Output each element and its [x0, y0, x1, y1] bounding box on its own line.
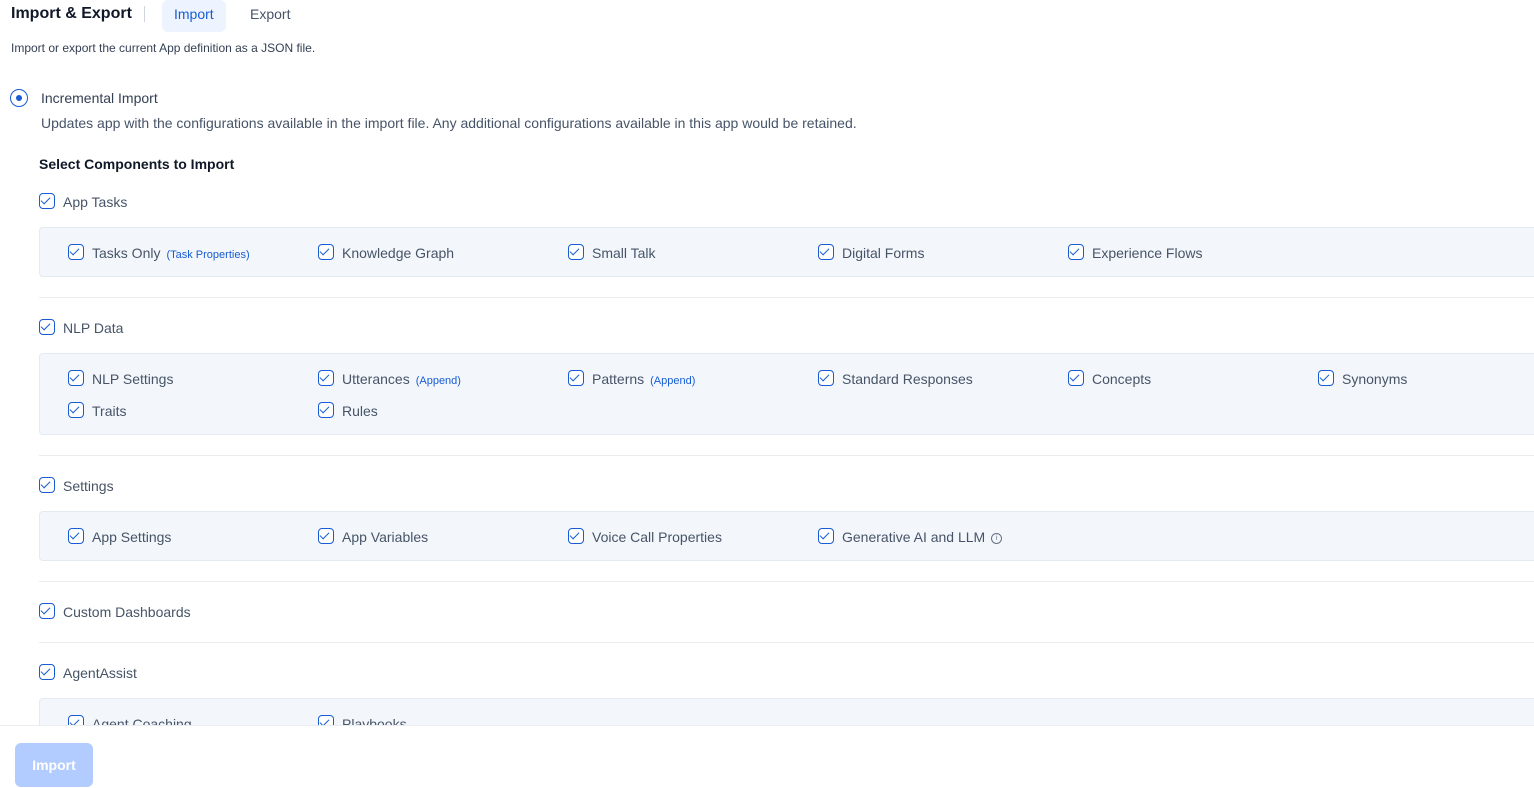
nlp-data-label: NLP Data: [63, 320, 124, 336]
app-settings-checkbox[interactable]: [68, 528, 84, 544]
tasks-only-label: Tasks Only: [92, 245, 161, 261]
knowledge-graph-checkbox[interactable]: [318, 244, 334, 260]
concepts-checkbox[interactable]: [1068, 370, 1084, 386]
utterances-append-hint: (Append): [415, 375, 461, 387]
app-tasks-panel: Tasks Only (Task Properties) Knowledge Gr…: [39, 227, 1534, 277]
incremental-import-label: Incremental Import: [41, 90, 158, 106]
small-talk-label: Small Talk: [592, 245, 656, 261]
voice-call-properties-label: Voice Call Properties: [592, 529, 722, 545]
experience-flows-label: Experience Flows: [1092, 245, 1203, 261]
generative-ai-checkbox[interactable]: [818, 528, 834, 544]
info-icon[interactable]: i: [991, 533, 1003, 544]
synonyms-label: Synonyms: [1342, 371, 1408, 387]
utterances-label: Utterances: [342, 371, 410, 387]
settings-checkbox[interactable]: [39, 477, 55, 493]
agentassist-label: AgentAssist: [63, 665, 137, 681]
page-subtitle: Import or export the current App definit…: [11, 41, 316, 55]
tab-export[interactable]: Export: [238, 0, 302, 32]
digital-forms-label: Digital Forms: [842, 245, 925, 261]
app-tasks-label: App Tasks: [63, 194, 128, 210]
standard-responses-label: Standard Responses: [842, 371, 973, 387]
divider: [39, 455, 1534, 456]
voice-call-properties-checkbox[interactable]: [568, 528, 584, 544]
custom-dashboards-label: Custom Dashboards: [63, 604, 191, 620]
radio-selected-dot: [15, 94, 22, 101]
app-settings-label: App Settings: [92, 529, 172, 545]
app-variables-label: App Variables: [342, 529, 429, 545]
tasks-only-checkbox[interactable]: [68, 244, 84, 260]
synonyms-checkbox[interactable]: [1318, 370, 1334, 386]
incremental-import-radio[interactable]: [10, 89, 28, 107]
select-components-title: Select Components to Import: [39, 156, 235, 172]
page-title: Import & Export: [11, 5, 132, 22]
settings-panel: App Settings App Variables Voice Call Pr…: [39, 511, 1534, 561]
traits-label: Traits: [92, 403, 127, 419]
nlp-settings-checkbox[interactable]: [68, 370, 84, 386]
utterances-checkbox[interactable]: [318, 370, 334, 386]
settings-label: Settings: [63, 478, 114, 494]
patterns-append-hint: (Append): [650, 375, 696, 387]
header: Import & Export Import Export: [0, 0, 1534, 32]
generative-ai-label: Generative AI and LLM: [842, 529, 986, 545]
patterns-checkbox[interactable]: [568, 370, 584, 386]
app-tasks-checkbox[interactable]: [39, 193, 55, 209]
title-divider: [144, 6, 145, 22]
traits-checkbox[interactable]: [68, 402, 84, 418]
agentassist-checkbox[interactable]: [39, 664, 55, 680]
nlp-settings-label: NLP Settings: [92, 371, 174, 387]
nlp-data-checkbox[interactable]: [39, 319, 55, 335]
digital-forms-checkbox[interactable]: [818, 244, 834, 260]
nlp-data-panel: NLP Settings Utterances (Append) Patterns…: [39, 353, 1534, 435]
import-button[interactable]: Import: [15, 743, 93, 787]
knowledge-graph-label: Knowledge Graph: [342, 245, 455, 261]
experience-flows-checkbox[interactable]: [1068, 244, 1084, 260]
small-talk-checkbox[interactable]: [568, 244, 584, 260]
tab-import[interactable]: Import: [162, 0, 226, 32]
rules-label: Rules: [342, 403, 378, 419]
incremental-import-description: Updates app with the configurations avai…: [41, 115, 857, 131]
standard-responses-checkbox[interactable]: [818, 370, 834, 386]
rules-checkbox[interactable]: [318, 402, 334, 418]
task-properties-hint: (Task Properties): [166, 249, 250, 261]
concepts-label: Concepts: [1092, 371, 1152, 387]
divider: [39, 581, 1534, 582]
divider: [39, 297, 1534, 298]
custom-dashboards-checkbox[interactable]: [39, 603, 55, 619]
divider: [39, 642, 1534, 643]
app-variables-checkbox[interactable]: [318, 528, 334, 544]
patterns-label: Patterns: [592, 371, 645, 387]
footer-bar: Import: [0, 725, 1534, 788]
